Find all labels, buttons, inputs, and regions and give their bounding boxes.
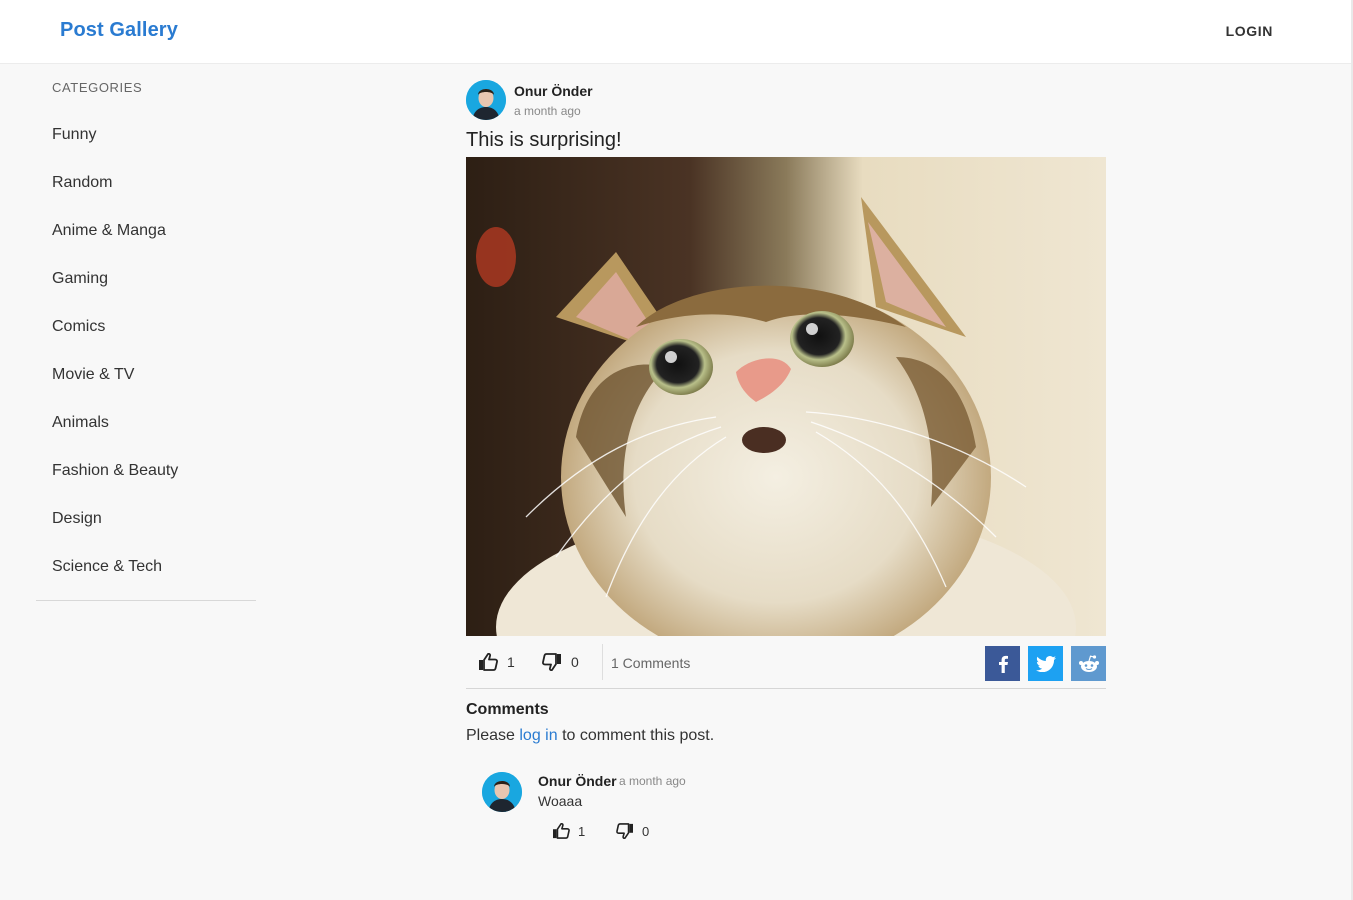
dislike-count: 0 [571,654,579,670]
comment-author[interactable]: Onur Önder [538,773,617,789]
sidebar-item-science-tech[interactable]: Science & Tech [52,558,162,576]
sidebar-item-animals[interactable]: Animals [52,414,109,432]
avatar[interactable] [466,80,506,120]
sidebar-item-design[interactable]: Design [52,510,102,528]
sidebar-item-funny[interactable]: Funny [52,126,96,144]
sidebar-item-comics[interactable]: Comics [52,318,105,336]
brand-title[interactable]: Post Gallery [60,19,178,42]
comments-count-link[interactable]: 1 Comments [611,655,690,671]
sidebar-item-fashion-beauty[interactable]: Fashion & Beauty [52,462,178,480]
login-link[interactable]: log in [519,727,557,744]
thumbs-down-icon [542,653,561,671]
post-actions-bar: 1 0 1 Comments [466,636,1106,689]
login-prompt-after: to comment this post. [557,727,715,744]
reddit-icon [1078,654,1099,672]
login-button[interactable]: LOGIN [1226,23,1273,39]
comment-dislike-button[interactable]: 0 [616,823,649,839]
comment-dislike-count: 0 [642,823,650,839]
sidebar-item-anime-manga[interactable]: Anime & Manga [52,222,166,240]
thumbs-down-icon [616,823,633,839]
twitter-icon [1035,655,1056,672]
post-title: This is surprising! [466,129,622,151]
post-image[interactable] [466,157,1106,636]
dislike-button[interactable]: 0 [542,653,579,671]
categories-heading: CATEGORIES [52,80,143,95]
post-author[interactable]: Onur Önder [514,83,593,99]
sidebar-divider [36,600,256,601]
sidebar-item-movie-tv[interactable]: Movie & TV [52,366,134,384]
comment-avatar[interactable] [482,772,522,812]
facebook-icon [998,655,1008,673]
comment-like-button[interactable]: 1 [552,823,585,839]
comment-like-count: 1 [578,823,586,839]
like-button[interactable]: 1 [478,653,515,671]
sidebar-item-gaming[interactable]: Gaming [52,270,108,288]
comment-login-prompt: Please log in to comment this post. [466,727,714,745]
surprised-cat-image [466,157,1106,636]
app-bar: Post Gallery LOGIN [0,0,1351,64]
sidebar-item-random[interactable]: Random [52,174,112,192]
avatar-portrait-icon [466,80,506,120]
share-reddit-button[interactable] [1071,646,1106,681]
comments-heading: Comments [466,701,549,718]
thumbs-up-icon [479,653,498,671]
comment-time: a month ago [619,774,686,788]
comment-text: Woaaa [538,793,583,809]
like-count: 1 [507,654,515,670]
actions-divider [602,644,603,680]
avatar-portrait-icon [482,772,522,812]
thumbs-up-icon [553,823,570,839]
share-twitter-button[interactable] [1028,646,1063,681]
share-facebook-button[interactable] [985,646,1020,681]
post-time: a month ago [514,104,581,118]
login-prompt-before: Please [466,727,520,744]
